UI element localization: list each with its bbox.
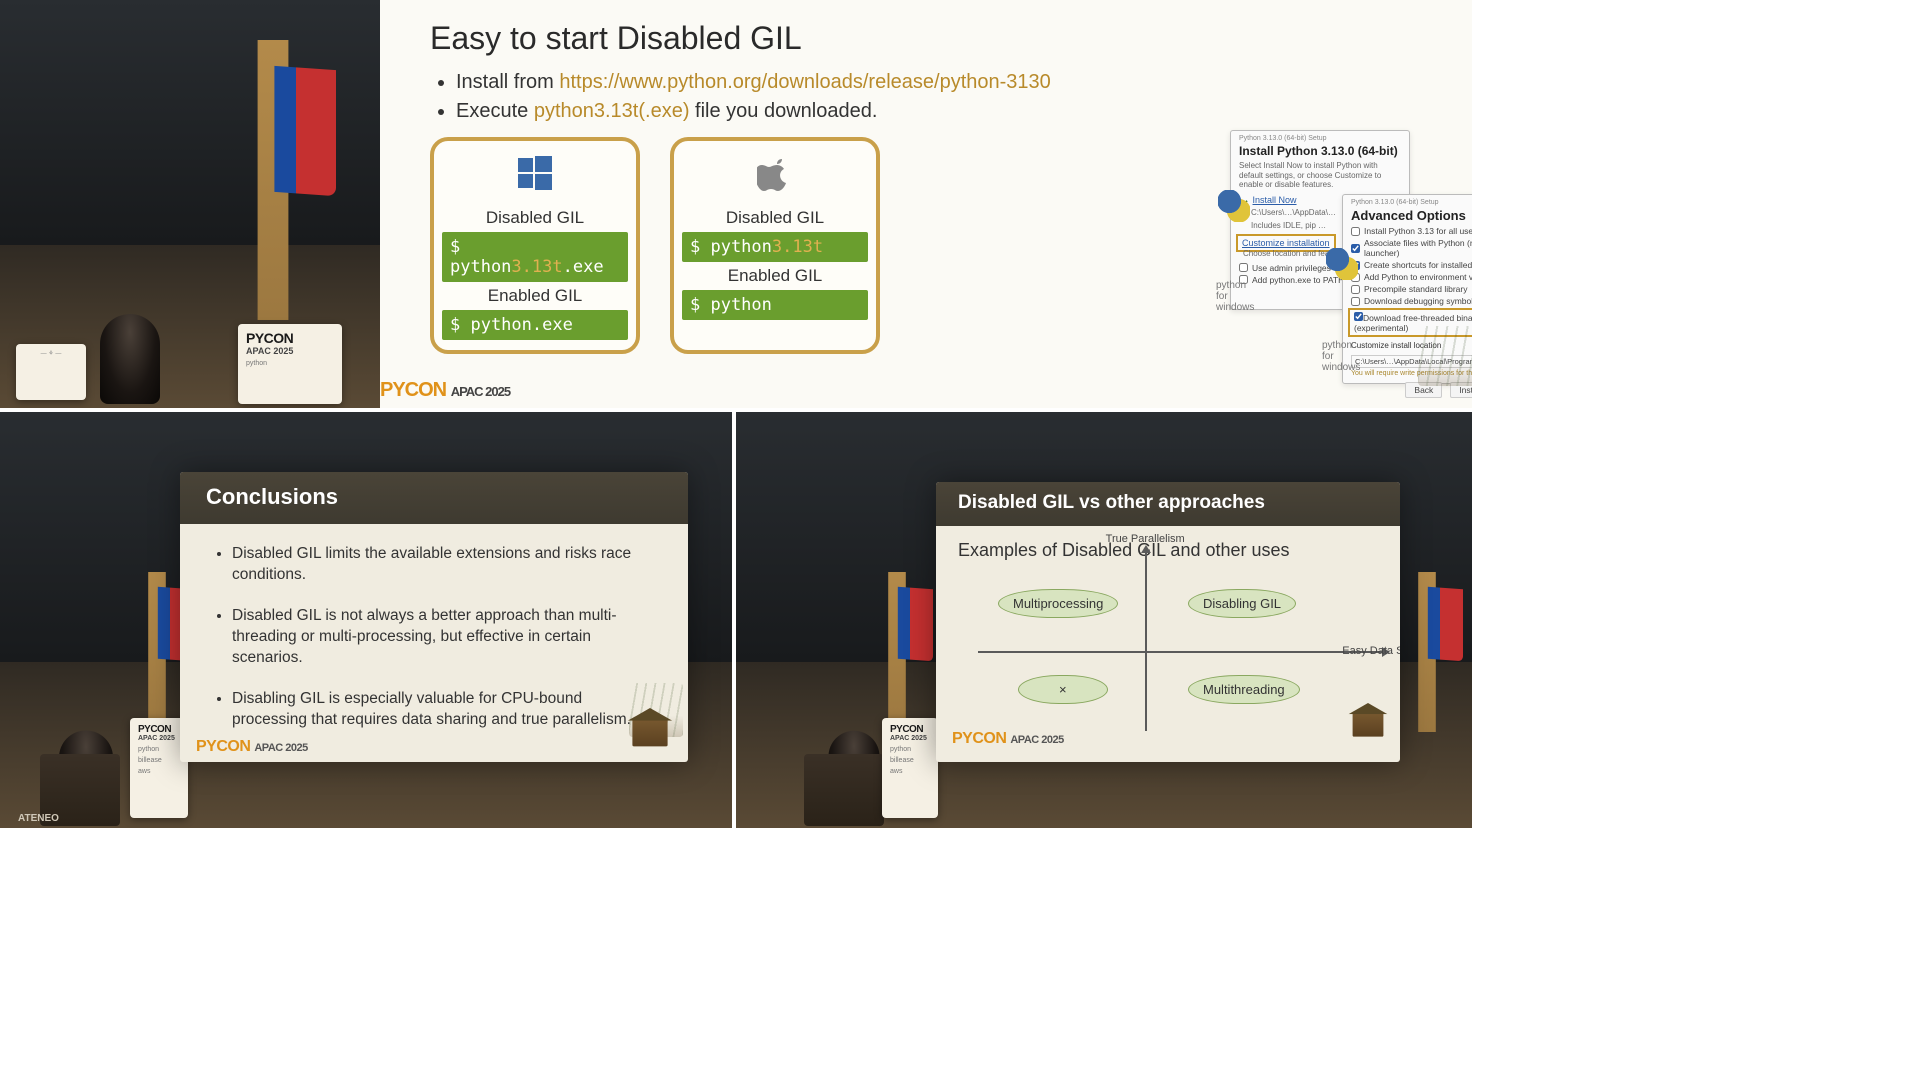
card-windows: Disabled GIL $ python3.13t.exe Enabled G… bbox=[430, 137, 640, 354]
flag-ph-br2 bbox=[1418, 572, 1436, 732]
photo-top: — ⚘ — PYCON APAC 2025 python Easy to sta… bbox=[0, 0, 1472, 408]
venue-logo: ATENEO bbox=[18, 813, 59, 824]
banner-edition: APAC 2025 bbox=[246, 346, 334, 356]
slide-conclusions: Conclusions Disabled GIL limits the avai… bbox=[180, 472, 688, 762]
banner-bl-brand: PYCON bbox=[138, 724, 180, 735]
flag-ph-br1 bbox=[888, 572, 906, 732]
win-cmd-disabled: $ python3.13t.exe bbox=[442, 232, 628, 282]
win2-titlebar: Python 3.13.0 (64-bit) Setup bbox=[1351, 199, 1472, 206]
bamboo-decor bbox=[1418, 326, 1472, 386]
customize-install-hl: Customize installation bbox=[1239, 237, 1333, 249]
opt-shortcuts: Create shortcuts for installed applicati… bbox=[1364, 260, 1472, 270]
slide-title: Easy to start Disabled GIL bbox=[430, 20, 1458, 57]
mac-enabled-label: Enabled GIL bbox=[682, 266, 868, 286]
opt-admin: Use admin privileges bbox=[1252, 263, 1331, 273]
mac-cmd-disabled: $ python3.13t bbox=[682, 232, 868, 262]
conclusions-list: Disabled GIL limits the available extens… bbox=[214, 544, 654, 730]
stage-banner-br: PYCON APAC 2025 python billease aws bbox=[882, 718, 938, 818]
opt-allusers: Install Python 3.13 for all users bbox=[1364, 226, 1472, 236]
chk-admin bbox=[1239, 263, 1248, 272]
python-icon-1 bbox=[1218, 190, 1250, 222]
bubble-disabling-gil: Disabling GIL bbox=[1188, 589, 1296, 618]
installer1-sub: Select Install Now to install Python wit… bbox=[1239, 161, 1401, 190]
approaches-title: Disabled GIL vs other approaches bbox=[936, 482, 1400, 526]
presenter bbox=[100, 314, 160, 404]
podium-br bbox=[804, 754, 884, 826]
win-cmd-enabled: $ python.exe bbox=[442, 310, 628, 340]
banner-br-edition: APAC 2025 bbox=[890, 735, 930, 742]
bubble-multithreading: Multithreading bbox=[1188, 675, 1300, 704]
slide-easy-start: Easy to start Disabled GIL Install from … bbox=[380, 0, 1472, 408]
slide-footer-brand: PYCON APAC 2025 bbox=[380, 379, 510, 402]
apple-icon bbox=[682, 153, 868, 202]
b2-prefix: Execute bbox=[456, 100, 534, 122]
download-link: https://www.python.org/downloads/release… bbox=[559, 71, 1050, 93]
windows-icon bbox=[442, 153, 628, 202]
hut-br bbox=[1353, 711, 1384, 736]
card-macos: Disabled GIL $ python3.13t Enabled GIL $… bbox=[670, 137, 880, 354]
axis-x bbox=[978, 651, 1388, 653]
slide-footer-bl: PYCON APAC 2025 bbox=[196, 738, 308, 756]
mac-cmd-enabled: $ python bbox=[682, 290, 868, 320]
banner-bl-host2: aws bbox=[138, 768, 180, 775]
win-enabled-label: Enabled GIL bbox=[442, 286, 628, 306]
banner-bl-py: python bbox=[138, 746, 180, 753]
opt-precompile: Precompile standard library bbox=[1364, 284, 1467, 294]
slide-footer-br: PYCON APAC 2025 bbox=[952, 730, 1064, 748]
b2-cmd: python3.13t(.exe) bbox=[534, 100, 690, 122]
installer1-title: Install Python 3.13.0 (64-bit) bbox=[1239, 144, 1401, 158]
flag-ph bbox=[258, 40, 289, 320]
slide-approaches: Disabled GIL vs other approaches Example… bbox=[936, 482, 1400, 762]
bubble-multiprocessing: Multiprocessing bbox=[998, 589, 1118, 618]
conclusion-item-3: Disabling GIL is especially valuable for… bbox=[232, 689, 654, 731]
banner-br-py: python bbox=[890, 746, 930, 753]
axis-x-label: Easy Data Sharing bbox=[1342, 645, 1400, 657]
install-now-link: Install Now bbox=[1253, 195, 1297, 205]
bubble-empty: × bbox=[1018, 675, 1108, 704]
quadrant-chart: True Parallelism Easy Data Sharing Multi… bbox=[978, 571, 1358, 731]
chk-precompile bbox=[1351, 285, 1360, 294]
banner-br-brand: PYCON bbox=[890, 724, 930, 735]
installer2-title: Advanced Options bbox=[1351, 208, 1472, 223]
hut-bl bbox=[632, 718, 667, 747]
mac-disabled-label: Disabled GIL bbox=[682, 208, 868, 228]
b2-suffix: file you downloaded. bbox=[689, 100, 877, 122]
stage-banner-pycon: PYCON APAC 2025 python bbox=[238, 324, 342, 404]
banner-bl-host: billease bbox=[138, 757, 180, 764]
chk-allusers bbox=[1351, 227, 1360, 236]
conclusion-item-2: Disabled GIL is not always a better appr… bbox=[232, 606, 654, 669]
banner-br-host2: aws bbox=[890, 768, 930, 775]
opt-debugsym: Download debugging symbols bbox=[1364, 296, 1472, 306]
pfw-label-2: python for windows bbox=[1322, 340, 1360, 373]
flag-ph-bl bbox=[148, 572, 166, 732]
axis-y-label: True Parallelism bbox=[1106, 533, 1185, 545]
win1-titlebar: Python 3.13.0 (64-bit) Setup bbox=[1239, 135, 1401, 142]
chk-freethread bbox=[1354, 312, 1363, 321]
opt-assoc: Associate files with Python (requires th… bbox=[1364, 238, 1472, 258]
stage-banner-left: — ⚘ — bbox=[16, 344, 86, 400]
photo-bottom-right: PYCON APAC 2025 python billease aws Disa… bbox=[736, 412, 1472, 828]
banner-br-host: billease bbox=[890, 757, 930, 764]
banner-host: python bbox=[246, 360, 334, 367]
python-icon-2 bbox=[1326, 248, 1358, 280]
banner-brand: PYCON bbox=[246, 330, 334, 346]
photo-bottom-left: PYCON APAC 2025 python billease aws ATEN… bbox=[0, 412, 732, 828]
slide-bullets: Install from https://www.python.org/down… bbox=[430, 71, 1458, 123]
conclusion-item-1: Disabled GIL limits the available extens… bbox=[232, 544, 654, 586]
conclusions-title: Conclusions bbox=[180, 472, 688, 524]
chk-debugsym bbox=[1351, 297, 1360, 306]
opt-env: Add Python to environment variables bbox=[1364, 272, 1472, 282]
pfw-label-1: python for windows bbox=[1216, 280, 1254, 313]
win-disabled-label: Disabled GIL bbox=[442, 208, 628, 228]
axis-y bbox=[1145, 547, 1147, 731]
b1-prefix: Install from bbox=[456, 71, 559, 93]
banner-bl-edition: APAC 2025 bbox=[138, 735, 180, 742]
